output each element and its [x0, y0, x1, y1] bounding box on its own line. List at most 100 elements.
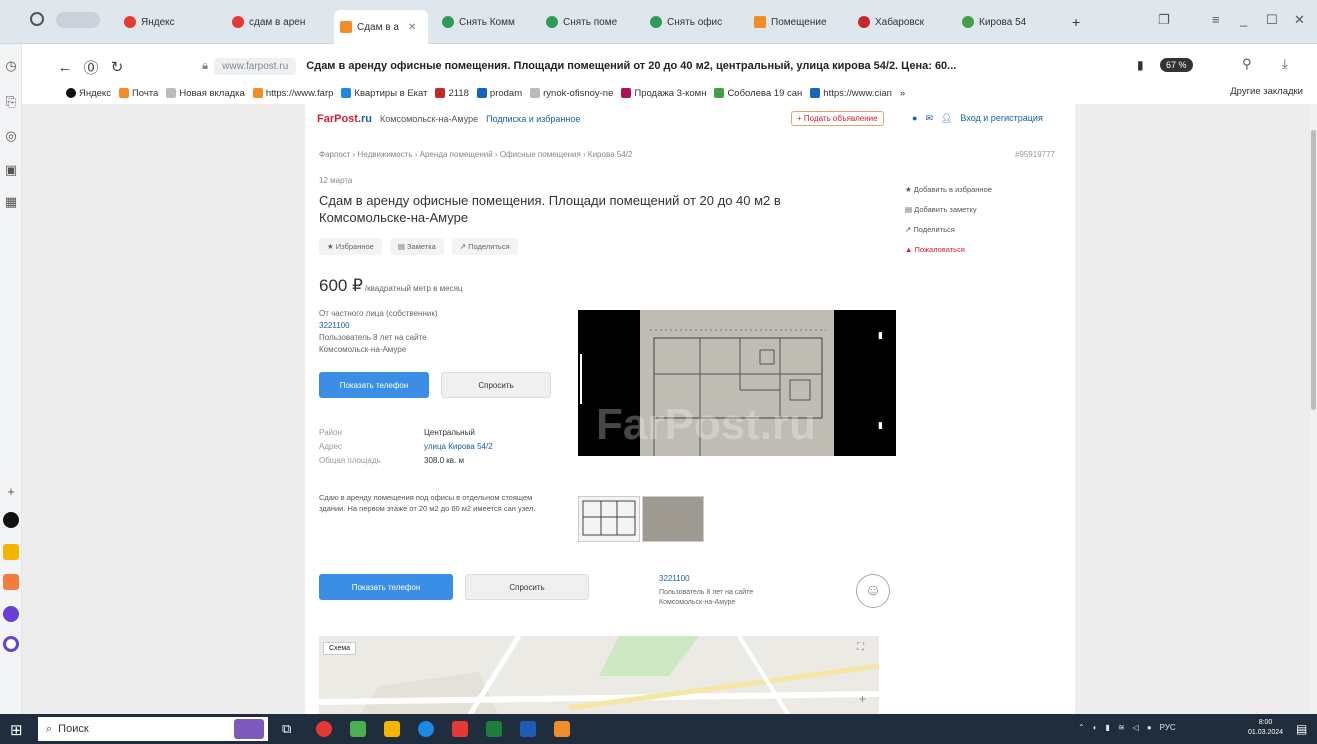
bookmark-2118[interactable]: 2118: [435, 88, 469, 99]
map-layer-button[interactable]: Схема: [323, 642, 357, 655]
ask-button[interactable]: Спросить: [441, 372, 551, 398]
app-orange-icon[interactable]: [554, 721, 570, 737]
notifications-center-icon[interactable]: ▤: [1296, 722, 1307, 736]
address-link[interactable]: улица Кирова 54/2: [424, 440, 493, 454]
add-note-link[interactable]: ▤ Добавить заметку: [905, 200, 1055, 220]
tab-yandex[interactable]: Яндекс: [118, 8, 212, 36]
tab-group-toggle[interactable]: [56, 12, 100, 28]
collections-icon[interactable]: ⎘: [3, 94, 19, 110]
photo-thumbnail[interactable]: [578, 496, 640, 542]
bookmark-farpost[interactable]: https://www.farp: [252, 88, 333, 99]
close-tab-icon[interactable]: ✕: [408, 22, 416, 33]
tab-active-farpost[interactable]: Сдам в а ✕: [334, 10, 428, 44]
tray-app-icon[interactable]: ●: [1147, 723, 1152, 732]
alice-icon[interactable]: [3, 512, 19, 528]
user-icon[interactable]: 👤︎: [941, 113, 952, 124]
back-icon[interactable]: ←: [52, 59, 78, 76]
show-phone-button[interactable]: Показать телефон: [319, 372, 429, 398]
page-scrollbar[interactable]: [1310, 104, 1317, 714]
download-icon[interactable]: ⤓: [1282, 56, 1288, 72]
bookmark-cian[interactable]: https://www.cian: [810, 88, 892, 99]
downloads-icon[interactable]: ▣: [3, 162, 19, 178]
gallery-icon[interactable]: ▦: [3, 194, 19, 210]
add-panel-icon[interactable]: +: [3, 484, 19, 500]
main-photo[interactable]: ▮ ▮ FarPost.ru: [578, 310, 896, 456]
zoom-in-icon[interactable]: +: [859, 692, 866, 706]
location-map[interactable]: Схема ⛶ +: [319, 636, 879, 714]
zoom-badge[interactable]: 67 %: [1160, 58, 1193, 72]
tray-arrow-icon[interactable]: ⌃: [1078, 723, 1085, 732]
app-icon[interactable]: [350, 721, 366, 737]
bookmark-sale[interactable]: Продажа 3-комн: [621, 88, 706, 99]
new-tab-button[interactable]: +: [1066, 8, 1092, 36]
bookmark-rynok[interactable]: rynok-ofisnoy-ne: [530, 88, 613, 99]
battery-icon[interactable]: ▮: [1106, 723, 1110, 732]
fullscreen-icon[interactable]: ⛶: [857, 642, 864, 653]
photo-thumbnail[interactable]: [642, 496, 704, 542]
tab-rent-premises[interactable]: Снять поме: [540, 8, 640, 36]
tab-commercial[interactable]: Снять Комм: [436, 8, 536, 36]
yandex-icon[interactable]: [452, 721, 468, 737]
url-field[interactable]: 🔒︎ www.farpost.ru Сдам в аренду офисные …: [202, 52, 1252, 80]
media-icon[interactable]: ◎: [3, 128, 19, 144]
post-ad-button[interactable]: + Подать объявление: [791, 111, 884, 126]
edge-icon[interactable]: [418, 721, 434, 737]
tab-rent-office[interactable]: Снять офис: [644, 8, 744, 36]
yandex-browser-icon[interactable]: [316, 721, 332, 737]
bookmark-soboleva[interactable]: Соболева 19 сан: [714, 88, 802, 99]
bookmark-mail[interactable]: Почта: [118, 88, 158, 99]
notifications-icon[interactable]: ●: [912, 113, 917, 124]
favorite-button[interactable]: ★ Избранное: [319, 238, 382, 255]
show-phone-button-bottom[interactable]: Показать телефон: [319, 574, 453, 600]
history-icon[interactable]: ◷: [3, 58, 19, 74]
bookmark-new-tab[interactable]: Новая вкладка: [166, 88, 245, 99]
browser-settings-icon[interactable]: ≡: [1212, 12, 1220, 27]
minimize-icon[interactable]: _: [1240, 12, 1247, 27]
maximize-icon[interactable]: ☐: [1266, 12, 1278, 28]
market-icon[interactable]: [3, 574, 19, 590]
scroll-thumb[interactable]: [1311, 130, 1316, 410]
seller-link-bottom[interactable]: 3221100: [659, 574, 690, 583]
assistant-icon[interactable]: [3, 636, 19, 652]
seller-link[interactable]: 3221100: [319, 320, 519, 332]
taskbar-clock[interactable]: 8:00 01.03.2024: [1248, 718, 1283, 738]
tab-khabarovsk[interactable]: Хабаровск: [852, 8, 952, 36]
network-icon[interactable]: ◐: [1093, 723, 1098, 732]
windows-start-icon[interactable]: ⊞: [10, 721, 23, 739]
mail-app-icon[interactable]: [3, 544, 19, 560]
share-link[interactable]: ↗ Поделиться: [905, 220, 1055, 240]
close-window-icon[interactable]: ✕: [1294, 12, 1305, 28]
share-button[interactable]: ↗ Поделиться: [451, 238, 518, 255]
wifi-icon[interactable]: ≋: [1118, 723, 1125, 732]
ask-button-bottom[interactable]: Спросить: [465, 574, 589, 600]
messages-icon[interactable]: ✉: [925, 113, 933, 124]
login-link[interactable]: Вход и регистрация: [960, 113, 1042, 124]
volume-icon[interactable]: ◁: [1133, 723, 1139, 732]
task-view-icon[interactable]: ⧉: [282, 721, 291, 737]
bookmark-icon[interactable]: ▮: [1137, 58, 1144, 72]
extensions-icon[interactable]: ⚲: [1242, 56, 1252, 72]
bookmark-prodam[interactable]: prodam: [476, 88, 522, 99]
reload-icon[interactable]: ↻: [104, 58, 130, 76]
input-language[interactable]: РУС: [1160, 723, 1176, 732]
avatar[interactable]: ☺: [856, 574, 890, 608]
tab-search[interactable]: сдам в арен: [226, 8, 324, 36]
farpost-logo[interactable]: FarPost.ru: [317, 113, 372, 125]
photo-prev-handle[interactable]: [580, 354, 582, 404]
bookmark-yandex[interactable]: Яндекс: [66, 88, 111, 99]
messenger-icon[interactable]: [3, 606, 19, 622]
bookmark-flats[interactable]: Квартиры в Екат: [341, 88, 427, 99]
window-tabs-icon[interactable]: ❐: [1158, 12, 1170, 28]
breadcrumb[interactable]: Фарпост › Недвижимость › Аренда помещени…: [319, 150, 632, 159]
excel-icon[interactable]: [486, 721, 502, 737]
city-selector[interactable]: Комсомольск-на-Амуре: [380, 114, 478, 124]
taskbar-search[interactable]: ⌕ Поиск: [38, 717, 268, 741]
complain-link[interactable]: ▲ Пожаловаться: [905, 240, 1055, 260]
subscribe-link[interactable]: Подписка и избранное: [486, 114, 580, 124]
add-favorite-link[interactable]: ★ Добавить в избранное: [905, 180, 1055, 200]
browser-menu-icon[interactable]: [30, 12, 44, 26]
word-icon[interactable]: [520, 721, 536, 737]
protect-icon[interactable]: ⓪: [78, 57, 104, 78]
file-explorer-icon[interactable]: [384, 721, 400, 737]
bookmarks-other[interactable]: Другие закладки: [1230, 86, 1303, 97]
